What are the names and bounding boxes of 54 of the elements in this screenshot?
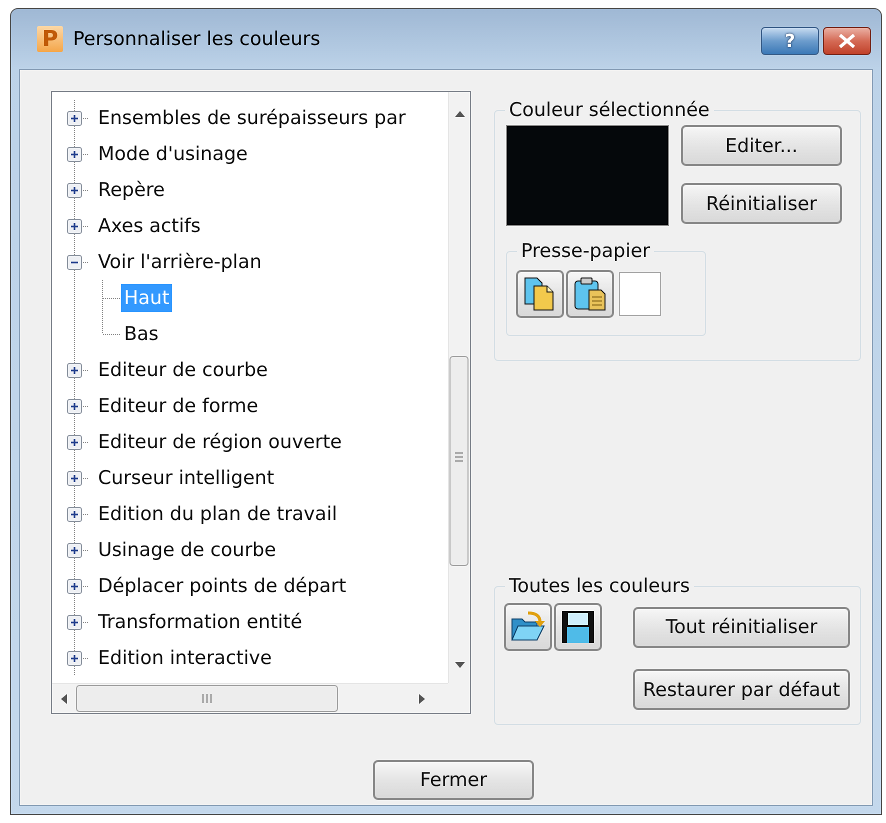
window-title: Personnaliser les couleurs: [73, 28, 320, 50]
group-title: Presse-papier: [520, 240, 652, 262]
tree-item[interactable]: Usinage de courbe: [95, 536, 280, 564]
app-logo: P: [37, 26, 63, 52]
expand-icon[interactable]: [67, 398, 82, 414]
tree-item[interactable]: Repère: [95, 176, 168, 204]
close-button[interactable]: [823, 27, 871, 55]
edit-button[interactable]: Editer...: [681, 125, 842, 166]
tree-item[interactable]: Curseur intelligent: [95, 464, 278, 492]
close-icon: [838, 34, 856, 48]
copy-button[interactable]: [516, 270, 564, 318]
group-title: Couleur sélectionnée: [508, 99, 711, 121]
group-title: Toutes les couleurs: [508, 575, 691, 597]
scroll-down-icon[interactable]: [454, 661, 466, 669]
scroll-thumb[interactable]: [76, 685, 338, 712]
reset-all-button[interactable]: Tout réinitialiser: [633, 606, 850, 648]
scroll-up-icon[interactable]: [454, 110, 466, 118]
open-button[interactable]: [504, 603, 552, 651]
tree-item[interactable]: Editeur de courbe: [95, 356, 271, 384]
expand-icon[interactable]: [67, 362, 82, 378]
tree-item[interactable]: Ensembles de surépaisseurs par: [95, 104, 409, 132]
paste-icon: [572, 276, 608, 312]
save-button[interactable]: [554, 603, 602, 651]
expand-icon[interactable]: [67, 218, 82, 234]
expand-icon[interactable]: [67, 542, 82, 558]
scroll-right-icon[interactable]: [418, 692, 426, 704]
expand-icon[interactable]: [67, 182, 82, 198]
expand-icon[interactable]: [67, 650, 82, 666]
expand-icon[interactable]: [67, 110, 82, 126]
tree-item[interactable]: Edition du plan de travail: [95, 500, 340, 528]
collapse-icon[interactable]: [67, 254, 82, 270]
restore-defaults-button[interactable]: Restaurer par défaut: [633, 669, 850, 710]
expand-icon[interactable]: [67, 578, 82, 594]
tree-item[interactable]: Voir l'arrière-plan: [95, 248, 265, 276]
reset-button[interactable]: Réinitialiser: [681, 183, 842, 224]
clipboard-swatch[interactable]: [619, 272, 661, 316]
tree-item[interactable]: Axes actifs: [95, 212, 204, 240]
expand-icon[interactable]: [67, 614, 82, 630]
tree-item[interactable]: Déplacer points de départ: [95, 572, 350, 600]
close-dialog-button[interactable]: Fermer: [373, 760, 534, 800]
expand-icon[interactable]: [67, 434, 82, 450]
expand-icon[interactable]: [67, 470, 82, 486]
expand-icon[interactable]: [67, 146, 82, 162]
tree-item[interactable]: Editeur de forme: [95, 392, 262, 420]
scroll-thumb[interactable]: [449, 356, 469, 566]
scroll-left-icon[interactable]: [60, 692, 68, 704]
tree-item[interactable]: Edition interactive: [95, 644, 275, 672]
tree-item[interactable]: Editeur de région ouverte: [95, 428, 345, 456]
expand-icon[interactable]: [67, 506, 82, 522]
color-swatch[interactable]: [506, 125, 669, 226]
paste-button[interactable]: [566, 270, 614, 318]
tree-item[interactable]: Bas: [121, 320, 162, 348]
tree-item[interactable]: Mode d'usinage: [95, 140, 251, 168]
tree-item[interactable]: Transformation entité: [95, 608, 306, 636]
